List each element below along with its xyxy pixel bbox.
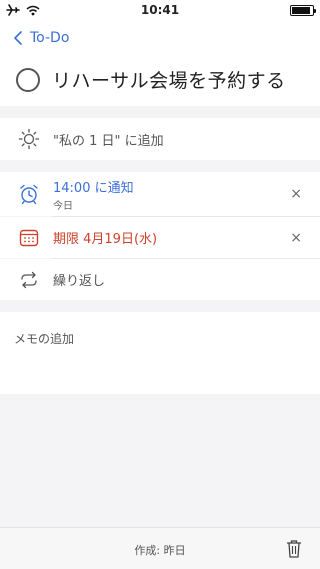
task-title[interactable]: リハーサル会場を予約する [52,66,286,93]
repeat-label: 繰り返し [53,274,106,289]
notes-field[interactable]: メモの追加 [0,312,320,394]
add-to-my-day-row[interactable]: "私の 1 日" に追加 [0,118,320,160]
alarm-clock-icon [17,182,41,206]
reminder-subtitle: 今日 [53,200,73,212]
reminder-row[interactable]: 14:00 に通知 今日 × [0,172,320,216]
footer: 作成: 昨日 [0,527,320,569]
complete-checkbox[interactable] [16,67,40,92]
repeat-icon [17,268,41,292]
back-button[interactable]: To-Do [14,30,69,46]
trash-icon[interactable] [286,539,302,563]
remove-reminder-button[interactable]: × [290,186,302,202]
task-header: To-Do リハーサル会場を予約する [0,20,320,106]
chevron-left-icon [14,31,22,45]
sun-icon [17,127,41,151]
due-date-label: 期限 4月19日(水) [53,232,158,247]
status-time: 10:41 [140,3,180,17]
notes-placeholder: メモの追加 [14,332,75,346]
my-day-label: "私の 1 日" に追加 [53,133,164,149]
battery-icon [290,4,316,16]
due-date-row[interactable]: 期限 4月19日(水) × [0,217,320,258]
reminder-text: 14:00 に通知 今日 [53,177,134,212]
task-row: リハーサル会場を予約する [16,66,286,93]
remove-due-date-button[interactable]: × [290,230,302,246]
repeat-row[interactable]: 繰り返し [0,259,320,300]
back-label: To-Do [30,30,70,46]
created-label: 作成: 昨日 [134,544,186,557]
calendar-icon [17,226,41,250]
reminder-title: 14:00 に通知 [53,180,134,196]
status-bar: 10:41 [0,0,320,20]
